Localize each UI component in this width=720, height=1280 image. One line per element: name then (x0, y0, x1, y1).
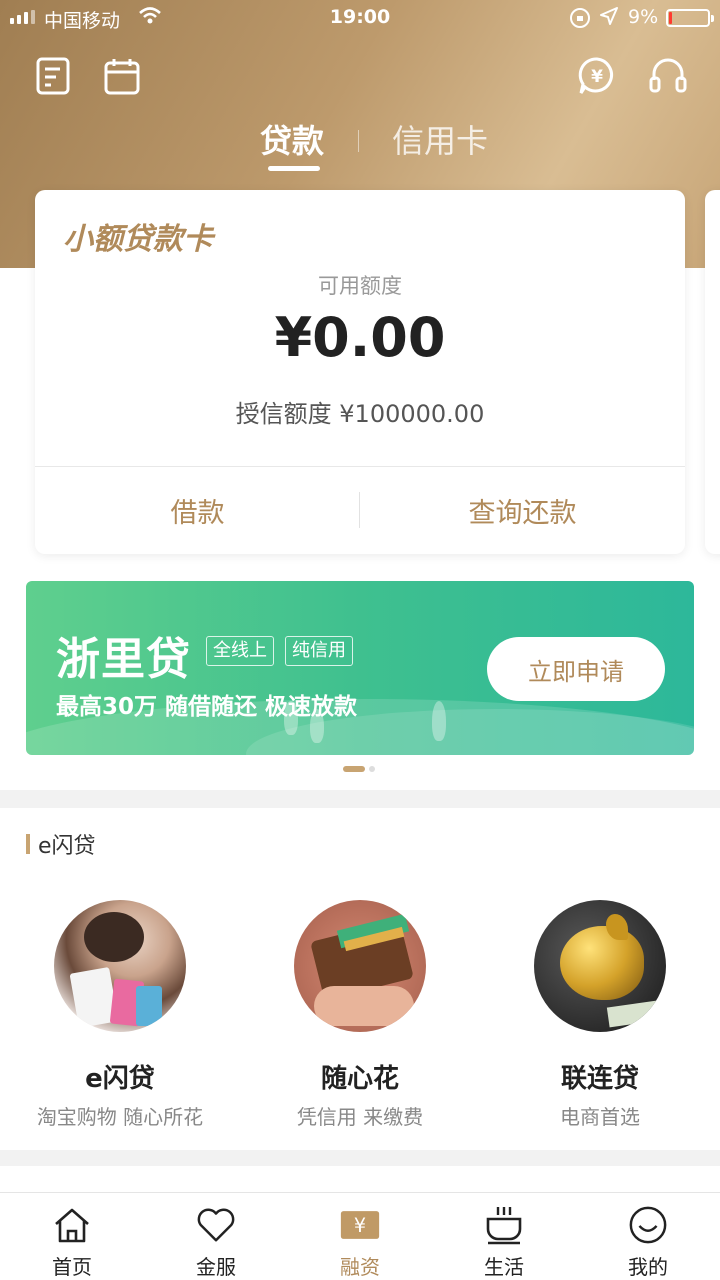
carousel-indicator (343, 766, 375, 772)
headset-icon[interactable] (646, 54, 690, 98)
svg-text:¥: ¥ (591, 67, 603, 87)
nav-label: 金服 (196, 1255, 236, 1279)
tab-divider (358, 130, 359, 152)
location-icon (600, 7, 618, 30)
tab-bar: 贷款 信用卡 (0, 116, 720, 176)
bill-icon[interactable] (31, 54, 75, 98)
banner-tag: 纯信用 (285, 636, 353, 666)
nav-label: 生活 (484, 1255, 524, 1279)
banner-tag: 全线上 (206, 636, 274, 666)
nav-financing[interactable]: ¥ 融资 (288, 1193, 432, 1280)
product-suixinhua[interactable]: 随心花 凭信用 来缴费 (240, 900, 480, 1130)
battery-icon (666, 9, 714, 27)
active-tab-indicator (268, 166, 320, 171)
tree-decoration (432, 701, 446, 741)
nav-label: 首页 (52, 1255, 92, 1279)
loan-card: 小额贷款卡 可用额度 ¥0.00 授信额度 ¥100000.00 借款 查询还款 (35, 190, 685, 554)
battery-percent: 9% (628, 6, 659, 28)
home-icon (52, 1205, 92, 1245)
tab-credit-card[interactable]: 信用卡 (392, 116, 488, 162)
section-title: e闪贷 (38, 834, 96, 859)
product-desc: 电商首选 (560, 1105, 640, 1129)
nav-jinfu[interactable]: 金服 (144, 1193, 288, 1280)
product-name: e闪贷 (85, 1064, 155, 1094)
header-toolbar: ¥ (0, 54, 720, 102)
available-amount: ¥0.00 (274, 306, 446, 369)
nav-label: 我的 (628, 1255, 668, 1279)
loan-screen: 中国移动 19:00 9% ¥ 贷款 信用卡 小额贷款卡 可用额度 ¥0.00 … (0, 0, 720, 1280)
svg-text:¥: ¥ (354, 1214, 366, 1237)
nav-label: 融资 (340, 1255, 380, 1279)
section-accent-bar (26, 834, 30, 854)
wallet-photo (294, 900, 426, 1032)
status-bar: 中国移动 19:00 9% (0, 0, 720, 36)
product-name: 随心花 (320, 1064, 399, 1094)
yuan-tag-icon: ¥ (340, 1205, 380, 1245)
coffee-cup-icon (484, 1205, 524, 1245)
orientation-lock-icon (570, 8, 590, 28)
available-label: 可用额度 (318, 274, 402, 298)
carousel-dot (369, 766, 375, 772)
banner-title: 浙里贷 (56, 634, 191, 685)
heart-icon (196, 1205, 236, 1245)
zheli-loan-banner[interactable]: 浙里贷 全线上 纯信用 最高30万 随借随还 极速放款 立即申请 (26, 581, 694, 755)
product-name: 联连贷 (560, 1064, 639, 1094)
product-lianliandai[interactable]: 联连贷 电商首选 (480, 900, 720, 1130)
borrow-button[interactable]: 借款 (35, 467, 360, 554)
query-repay-button[interactable]: 查询还款 (360, 467, 685, 554)
product-eflash[interactable]: e闪贷 淘宝购物 随心所花 (0, 900, 240, 1130)
carousel-dot-active (343, 766, 365, 772)
apply-now-button[interactable]: 立即申请 (487, 637, 665, 701)
smile-icon (628, 1205, 668, 1245)
product-desc: 凭信用 来缴费 (296, 1105, 424, 1129)
golden-piggy-bank-photo (534, 900, 666, 1032)
nav-home[interactable]: 首页 (0, 1193, 144, 1280)
shopping-woman-photo (54, 900, 186, 1032)
calendar-icon[interactable] (100, 54, 144, 98)
bottom-nav: 首页 金服 ¥ 融资 生活 我的 (0, 1192, 720, 1280)
credit-line: 授信额度 ¥100000.00 (235, 400, 485, 428)
nav-life[interactable]: 生活 (432, 1193, 576, 1280)
tab-loan[interactable]: 贷款 (260, 116, 324, 162)
next-card-peek[interactable] (705, 190, 720, 554)
eflash-section: e闪贷 e闪贷 淘宝购物 随心所花 随心花 凭信用 来缴费 联连贷 电商首选 (0, 808, 720, 1150)
banner-subtitle: 最高30万 随借随还 极速放款 (56, 694, 358, 720)
nav-mine[interactable]: 我的 (576, 1193, 720, 1280)
product-desc: 淘宝购物 随心所花 (36, 1105, 204, 1129)
yuan-chat-icon[interactable]: ¥ (575, 54, 619, 98)
card-title: 小额贷款卡 (63, 222, 213, 257)
